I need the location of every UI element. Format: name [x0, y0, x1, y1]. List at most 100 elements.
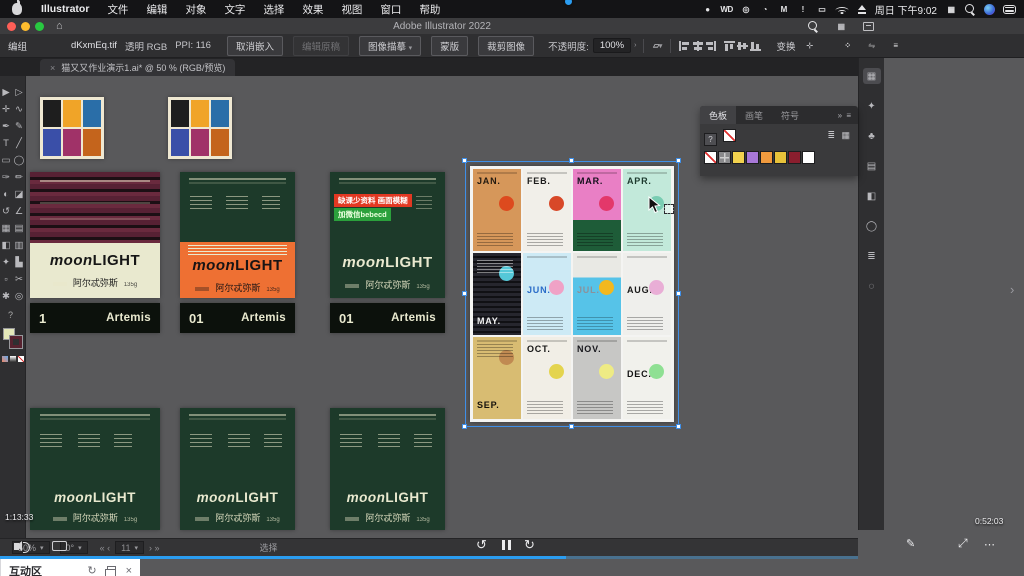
tool-row[interactable]: ▭◯	[0, 152, 25, 169]
image-trace-button[interactable]: 图像描摹 ▾	[359, 36, 421, 56]
tool-row[interactable]: ✒✎	[0, 118, 25, 135]
swatch-maroon[interactable]	[788, 151, 801, 164]
calendar-artboard[interactable]: JAN. FEB. MAR. APR. MAY. JUN.	[470, 166, 674, 422]
menu-effect[interactable]: 效果	[293, 2, 332, 17]
tool-row[interactable]: ✑✏	[0, 169, 25, 186]
selection-handle[interactable]	[676, 291, 681, 296]
refresh-icon[interactable]: ↻	[87, 564, 96, 576]
pause-icon[interactable]	[502, 540, 511, 550]
transform-label[interactable]: 变换	[776, 39, 795, 53]
gradient-button[interactable]	[10, 356, 16, 362]
swatch-yellow[interactable]	[732, 151, 745, 164]
panel-icon-layers[interactable]: ▤	[863, 158, 881, 174]
panel-icon-links[interactable]: ◌	[863, 278, 881, 294]
panel-icon-symbols[interactable]: ♣	[863, 128, 881, 144]
speaker-icon[interactable]	[14, 543, 19, 550]
pencil-icon[interactable]: ✎	[906, 537, 915, 550]
status-icon-creative-cloud[interactable]: ◎	[740, 5, 752, 14]
menu-type[interactable]: 文字	[215, 2, 254, 17]
poster-bottom[interactable]: moonLIGHT 阿尔忒弥斯135g	[30, 408, 160, 530]
menu-select[interactable]: 选择	[254, 2, 293, 17]
panel-icon-brushes[interactable]: ✦	[863, 98, 881, 114]
align-center-icon[interactable]	[691, 40, 704, 52]
tool-row[interactable]: ✱◎	[0, 288, 25, 305]
unembed-button[interactable]: 取消嵌入	[227, 36, 283, 56]
menu-object[interactable]: 对象	[176, 2, 215, 17]
none-button[interactable]	[18, 356, 24, 362]
menu-view[interactable]: 视图	[332, 2, 371, 17]
first-artboard-icon[interactable]: « ‹	[100, 543, 111, 553]
swatch-orange[interactable]	[760, 151, 773, 164]
selection-handle[interactable]	[569, 424, 574, 429]
selection-handle[interactable]	[462, 424, 467, 429]
artboard-number-field[interactable]: 11▾	[115, 541, 144, 554]
tab-brushes[interactable]: 画笔	[736, 106, 772, 124]
poster-band-1[interactable]: 1Artemis	[30, 303, 160, 333]
poster-bottom[interactable]: moonLIGHT 阿尔忒弥斯135g	[330, 408, 445, 530]
menu-app[interactable]: Illustrator	[32, 3, 98, 15]
view-toggle-icons[interactable]: ≣ ▦	[827, 130, 852, 141]
mask-button[interactable]: 蒙版	[431, 36, 468, 56]
status-icon-time-machine[interactable]: ◔	[759, 5, 771, 14]
status-icon-display[interactable]: ▭	[816, 5, 828, 14]
palette-artboard-1[interactable]	[40, 97, 104, 159]
close-tab-icon[interactable]: ×	[50, 63, 55, 73]
panel-icon-artboards[interactable]: ◧	[863, 188, 881, 204]
tool-row[interactable]: ▫✂	[0, 271, 25, 288]
menu-help[interactable]: 帮助	[410, 2, 449, 17]
align-left-icon[interactable]	[678, 40, 691, 52]
document-tab[interactable]: × 猫又又作业演示1.ai* @ 50 % (RGB/预览)	[40, 59, 235, 76]
menu-clock[interactable]: 周日 下午9:02	[875, 2, 937, 17]
popout-icon[interactable]	[107, 566, 116, 575]
menu-edit[interactable]: 编辑	[137, 2, 176, 17]
stroke-color-swatch[interactable]	[10, 336, 22, 348]
tab-symbols[interactable]: 符号	[772, 106, 808, 124]
last-artboard-icon[interactable]: › »	[149, 543, 160, 553]
arrange-windows-icon[interactable]	[863, 22, 874, 31]
control-menu-icon[interactable]: ≡	[889, 41, 901, 50]
poster-artemis-3[interactable]: 缺课少资料 画面模糊 加微信bebecd moonLIGHT 阿尔忒弥斯135g	[330, 172, 445, 298]
wifi-icon[interactable]	[836, 5, 849, 14]
palette-artboard-2[interactable]	[168, 97, 232, 159]
swatch-purple[interactable]	[746, 151, 759, 164]
panel-dots-icon[interactable]: ⁘	[841, 41, 853, 50]
free-transform-icon[interactable]: ⊹	[803, 41, 815, 50]
presenter-screen-icon[interactable]	[52, 541, 67, 551]
panel-menu-icon[interactable]: » ≡	[838, 111, 858, 120]
menu-window[interactable]: 窗口	[371, 2, 410, 17]
poster-artemis-1[interactable]: moonLIGHT 阿尔忒弥斯135g	[30, 172, 160, 298]
selection-handle[interactable]	[462, 291, 467, 296]
question-swatch[interactable]: ?	[704, 133, 717, 146]
grid-icon[interactable]: ▦	[945, 5, 957, 14]
selection-handle[interactable]	[676, 424, 681, 429]
panel-icon-properties[interactable]: ≣	[863, 248, 881, 264]
status-icon-notification[interactable]: ●	[701, 5, 713, 14]
swatch-gold[interactable]	[774, 151, 787, 164]
panel-icon-color[interactable]: ◯	[863, 218, 881, 234]
chat-scroll-chevron-icon[interactable]: ›	[1010, 282, 1014, 297]
apple-menu-icon[interactable]	[12, 3, 22, 15]
expand-icon[interactable]: ⤢	[958, 536, 968, 551]
poster-band-3[interactable]: 01Artemis	[330, 303, 445, 333]
linked-file-name[interactable]: dKxmEq.tif	[71, 40, 117, 51]
opacity-caret[interactable]: ›	[634, 42, 636, 49]
control-center-icon[interactable]	[1003, 5, 1016, 14]
tool-row[interactable]: ◧▥	[0, 237, 25, 254]
app-search-icon[interactable]	[808, 21, 819, 32]
align-top-icon[interactable]	[723, 40, 736, 52]
menu-file[interactable]: 文件	[98, 2, 137, 17]
align-right-icon[interactable]	[704, 40, 717, 52]
search-icon[interactable]	[965, 4, 976, 15]
forward-icon[interactable]: ↻	[524, 537, 535, 553]
rewind-icon[interactable]: ↺	[476, 537, 487, 553]
status-icon-app-m[interactable]: M	[778, 5, 790, 14]
color-button[interactable]	[2, 356, 8, 362]
tool-row[interactable]: ▶▷	[0, 84, 25, 101]
opacity-field[interactable]: 100%	[593, 38, 631, 53]
tool-row[interactable]: T╱	[0, 135, 25, 152]
status-icon-alert[interactable]: !	[797, 5, 809, 14]
workspace-grid-icon[interactable]: ▦	[835, 22, 847, 31]
align-middle-icon[interactable]	[736, 40, 749, 52]
more-options-icon[interactable]: ⋯	[984, 538, 995, 551]
align-bottom-icon[interactable]	[749, 40, 762, 52]
